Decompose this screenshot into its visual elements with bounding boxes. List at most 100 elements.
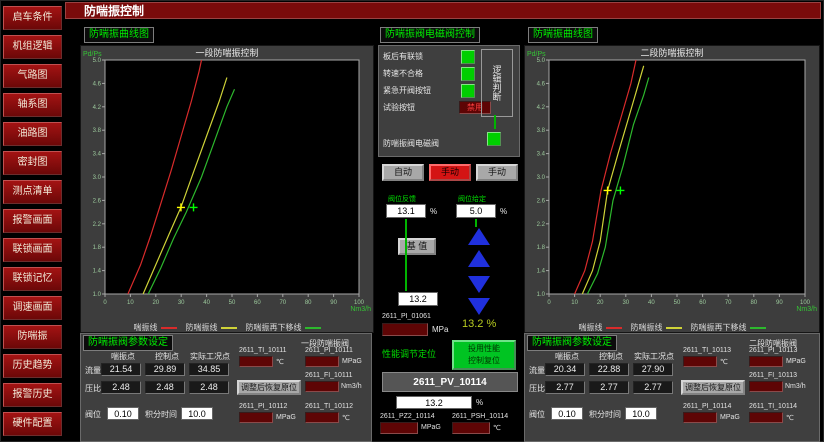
reset-after-adjust-button[interactable]: 调整后恢复原位 (681, 380, 745, 395)
svg-text:50: 50 (674, 300, 681, 306)
valve-pos-input[interactable]: 0.10 (551, 407, 583, 420)
base-value-button[interactable]: 基 值 (398, 238, 436, 255)
performance-button-line1: 投用性能 (454, 342, 514, 355)
tag-value-box (239, 356, 273, 367)
row-label-ratio: 压比 (85, 383, 101, 394)
sidebar-item-oil-diagram[interactable]: 油路图 (3, 122, 62, 146)
valve-pos-input[interactable]: 0.10 (107, 407, 139, 420)
pressure-tag-label: 2611_PI_01061 (382, 313, 431, 320)
solenoid-control-panel: 板后有联锁 转速不合格 紧急开阀按钮 试验按钮 禁用 逻辑判断 防喘振阀电磁阀 (378, 45, 520, 157)
svg-text:3.8: 3.8 (537, 128, 546, 134)
auto-mode-button[interactable]: 自动 (382, 164, 424, 181)
feedback-label: 阀位反馈 (388, 194, 416, 204)
solenoid-valve-label: 防喘振阀电磁阀 (383, 138, 439, 149)
valve-setpoint-input[interactable]: 5.0 (456, 204, 496, 218)
ratio-surge-value: 2.48 (101, 381, 141, 394)
flow-control-value: 22.88 (589, 363, 629, 376)
svg-text:5.0: 5.0 (537, 58, 546, 64)
pressure-unit: MPa (432, 325, 448, 334)
sidebar-item-interlock-memory[interactable]: 联锁记忆 (3, 267, 62, 291)
sidebar-item-seal-diagram[interactable]: 密封图 (3, 151, 62, 175)
tag-value-box (305, 381, 339, 392)
sidebar-item-shaft-diagram[interactable]: 轴系图 (3, 93, 62, 117)
legend-line-swatch (750, 327, 766, 329)
svg-text:10: 10 (127, 300, 134, 306)
sidebar-item-alarm-screen[interactable]: 报警画面 (3, 209, 62, 233)
performance-control-button[interactable]: 投用性能 控制复位 (452, 340, 516, 370)
svg-text:1.8: 1.8 (537, 245, 546, 251)
manual2-mode-button[interactable]: 手动 (476, 164, 518, 181)
legend-line-swatch (161, 327, 177, 329)
sidebar-item-unit-logic[interactable]: 机组逻辑 (3, 35, 62, 59)
integral-time-label: 积分时间 (145, 409, 177, 420)
sidebar-item-hardware-config[interactable]: 硬件配置 (3, 412, 62, 436)
sidebar-item-gas-diagram[interactable]: 气路图 (3, 64, 62, 88)
svg-text:4.6: 4.6 (93, 81, 102, 87)
svg-text:3.0: 3.0 (537, 175, 546, 181)
manual-mode-button[interactable]: 手动 (429, 164, 471, 181)
pv-value-box: 13.2 (396, 396, 472, 409)
integral-time-input[interactable]: 10.0 (625, 407, 657, 420)
legend-line-swatch (221, 327, 237, 329)
sidebar-item-point-list[interactable]: 测点清单 (3, 180, 62, 204)
col-header-actual: 实际工况点 (631, 351, 677, 362)
sidebar-item-startup-conditions[interactable]: 启车条件 (3, 6, 62, 30)
legend-line-swatch (666, 327, 682, 329)
ratio-actual-value: 2.77 (633, 381, 673, 394)
decrease-arrow-button[interactable] (468, 276, 490, 293)
tag-value-box (305, 412, 339, 423)
sidebar-item-alarm-history[interactable]: 报警历史 (3, 383, 62, 407)
svg-text:1.8: 1.8 (93, 245, 102, 251)
tag-label: 2611_FI_10113 (749, 372, 797, 379)
legend-line-swatch (606, 327, 622, 329)
sidebar-item-antisurge[interactable]: 防喘振 (3, 325, 62, 349)
legend-line-swatch (305, 327, 321, 329)
legend-item: 防喘振线 (186, 322, 237, 333)
col-header-surge: 喘振点 (103, 351, 143, 362)
connector-line (475, 219, 477, 227)
legend-item: 防喘振线 (631, 322, 682, 333)
hmi-screen: 启车条件 机组逻辑 气路图 轴系图 油路图 密封图 测点清单 报警画面 联锁画面… (0, 0, 824, 442)
page-title: 防喘振控制 (65, 2, 821, 19)
tag-unit: Nm3/h (341, 383, 362, 390)
integral-time-input[interactable]: 10.0 (181, 407, 213, 420)
row-label-flow: 流量 (85, 365, 101, 376)
sidebar: 启车条件 机组逻辑 气路图 轴系图 油路图 密封图 测点清单 报警画面 联锁画面… (0, 0, 64, 442)
svg-text:100: 100 (800, 300, 811, 306)
legend-item: 喘振线 (579, 322, 622, 333)
sidebar-item-speed-screen[interactable]: 调速画面 (3, 296, 62, 320)
svg-text:20: 20 (152, 300, 159, 306)
bottom-tag-value-box (452, 422, 490, 434)
reset-after-adjust-button[interactable]: 调整后恢复原位 (237, 380, 301, 395)
sidebar-item-history-trend[interactable]: 历史趋势 (3, 354, 62, 378)
decrease-arrow-button[interactable] (468, 298, 490, 315)
valve-pos-label: 阀位 (529, 409, 545, 420)
increase-arrow-button[interactable] (468, 228, 490, 245)
params-header: 防喘振阀参数设定 (527, 335, 617, 351)
svg-text:1.4: 1.4 (537, 269, 546, 275)
integral-time-label: 积分时间 (589, 409, 621, 420)
params-header: 防喘振阀参数设定 (83, 335, 173, 351)
tag-label: 2611_TI_10111 (239, 347, 287, 354)
bottom-tag-value-box (380, 422, 418, 434)
increase-arrow-button[interactable] (468, 250, 490, 267)
svg-text:二段防喘振控制: 二段防喘振控制 (640, 47, 703, 58)
section-label-curves-right: 防喘振曲线图 (528, 27, 598, 43)
svg-text:80: 80 (750, 300, 757, 306)
params-panel-stage2: 防喘振阀参数设定 二段防喘振阀 喘振点 控制点 实际工况点 流量 20.34 2… (524, 333, 820, 442)
pv-tag-display: 2611_PV_10114 (382, 372, 518, 392)
anti-surge-chart-stage1: 一段防喘振控制Pd/PsNm3/h1.01.41.82.22.63.03.43.… (80, 45, 374, 333)
ratio-control-value: 2.48 (145, 381, 185, 394)
col-header-control: 控制点 (147, 351, 187, 362)
svg-text:4.2: 4.2 (93, 105, 102, 111)
tag-value-box (239, 412, 273, 423)
tag-unit: Nm3/h (785, 383, 806, 390)
performance-button-line2: 控制复位 (454, 355, 514, 367)
svg-text:50: 50 (229, 300, 236, 306)
svg-text:3.8: 3.8 (93, 128, 102, 134)
section-label-valve-control: 防喘振阀电磁阀控制 (380, 27, 480, 43)
sidebar-item-interlock-screen[interactable]: 联锁画面 (3, 238, 62, 262)
legend-item: 防喘振再下移线 (246, 322, 321, 333)
svg-text:2.6: 2.6 (537, 198, 546, 204)
svg-text:Pd/Ps: Pd/Ps (83, 51, 102, 58)
